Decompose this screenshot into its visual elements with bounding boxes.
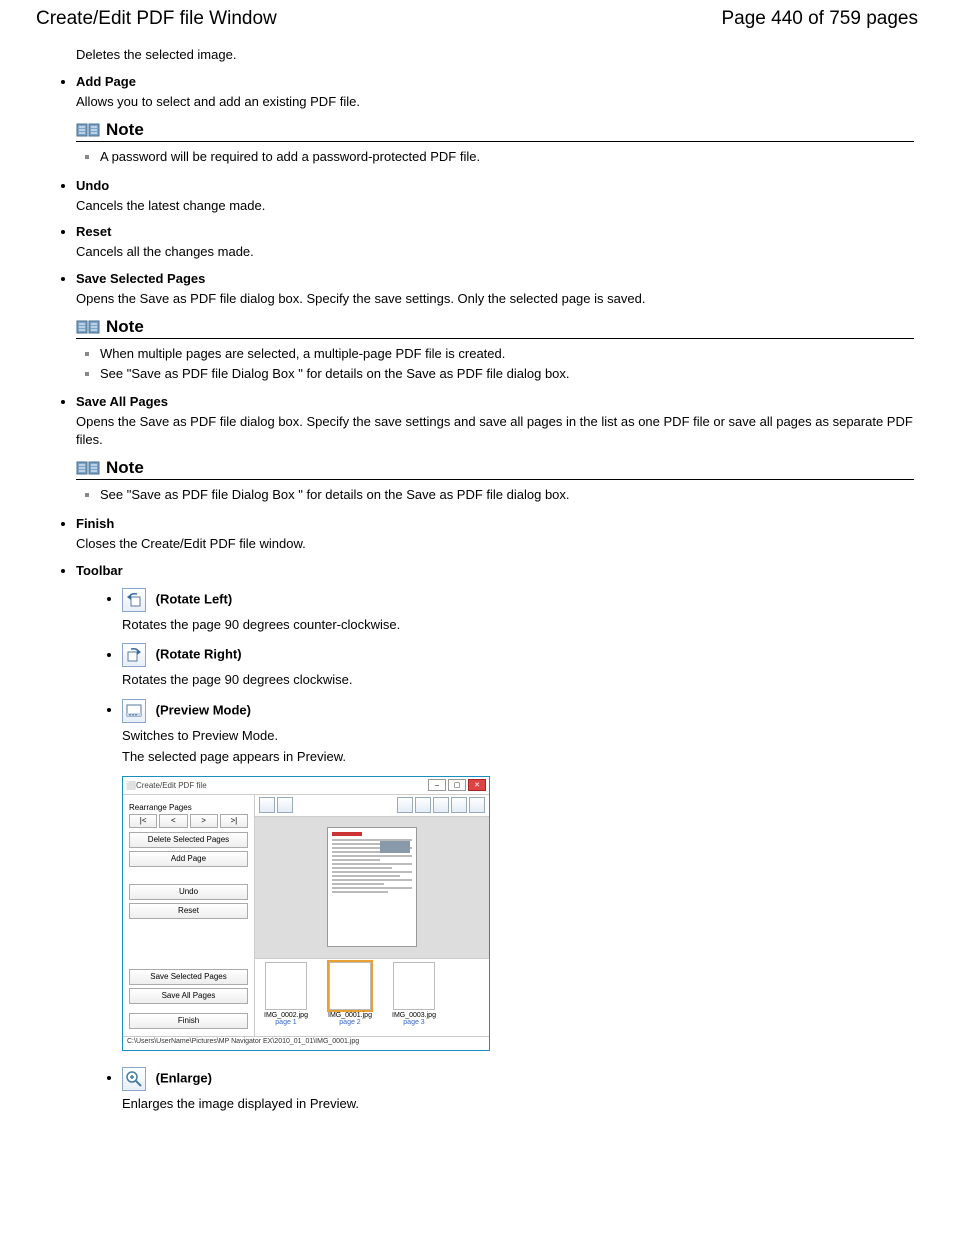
- reset-title: Reset: [76, 224, 111, 239]
- undo-desc: Cancels the latest change made.: [76, 197, 914, 215]
- note-icon: [76, 460, 100, 476]
- page-number: Page 440 of 759 pages: [721, 8, 918, 30]
- rotate-right-icon: [122, 643, 146, 667]
- ss-thumb-mode-icon[interactable]: [451, 797, 467, 813]
- delete-image-desc: Deletes the selected image.: [40, 46, 914, 64]
- finish-title: Finish: [76, 516, 114, 531]
- ss-help-icon[interactable]: [469, 797, 485, 813]
- save-all-title: Save All Pages: [76, 394, 168, 409]
- note1-text: A password will be required to add a pas…: [100, 149, 480, 164]
- maximize-button[interactable]: ▢: [448, 779, 466, 791]
- ss-preview-mode-icon[interactable]: [433, 797, 449, 813]
- rotate-left-title: (Rotate Left): [152, 591, 232, 606]
- note2-see-pre: See ": [100, 366, 131, 381]
- note-block-2: Note When multiple pages are selected, a…: [76, 317, 914, 382]
- save-selected-desc: Opens the Save as PDF file dialog box. S…: [76, 290, 914, 308]
- ss-status-bar: C:\Users\UserName\Pictures\MP Navigator …: [123, 1036, 489, 1050]
- enlarge-title: (Enlarge): [152, 1070, 212, 1085]
- ss-nav-first[interactable]: |<: [129, 814, 157, 828]
- note-block-3: Note See "Save as PDF file Dialog Box " …: [76, 458, 914, 504]
- note-icon: [76, 122, 100, 138]
- minimize-button[interactable]: –: [428, 779, 446, 791]
- note-block-1: Note A password will be required to add …: [76, 120, 914, 166]
- save-all-desc: Opens the Save as PDF file dialog box. S…: [76, 413, 914, 448]
- ss-rotate-left-icon[interactable]: [259, 797, 275, 813]
- page-header: Create/Edit PDF file Window Page 440 of …: [0, 0, 954, 42]
- add-page-desc: Allows you to select and add an existing…: [76, 93, 914, 111]
- ss-nav-next[interactable]: >: [190, 814, 218, 828]
- ss-delete-selected-button[interactable]: Delete Selected Pages: [129, 832, 248, 848]
- rotate-left-desc: Rotates the page 90 degrees counter-cloc…: [122, 616, 914, 634]
- ss-add-page-button[interactable]: Add Page: [129, 851, 248, 867]
- note2-see-post: " for details on the Save as PDF file di…: [295, 366, 570, 381]
- preview-mode-title: (Preview Mode): [152, 702, 251, 717]
- rotate-right-desc: Rotates the page 90 degrees clockwise.: [122, 671, 914, 689]
- ss-nav-prev[interactable]: <: [159, 814, 187, 828]
- note-icon: [76, 319, 100, 335]
- note3-see-pre: See ": [100, 487, 131, 502]
- note2-text1: When multiple pages are selected, a mult…: [100, 346, 505, 361]
- preview-mode-desc1: Switches to Preview Mode.: [122, 727, 914, 745]
- ss-window-title: Create/Edit PDF file: [136, 781, 426, 790]
- save-as-pdf-link[interactable]: Save as PDF file Dialog Box: [131, 487, 294, 502]
- rotate-left-icon: [122, 588, 146, 612]
- ss-undo-button[interactable]: Undo: [129, 884, 248, 900]
- ss-rearrange-label: Rearrange Pages: [129, 803, 248, 812]
- ss-reset-button[interactable]: Reset: [129, 903, 248, 919]
- ss-finish-button[interactable]: Finish: [129, 1013, 248, 1029]
- save-as-pdf-link[interactable]: Save as PDF file Dialog Box: [131, 366, 294, 381]
- note-label: Note: [106, 120, 144, 140]
- enlarge-icon: [122, 1067, 146, 1091]
- note-label: Note: [106, 317, 144, 337]
- content: Deletes the selected image. Add Page All…: [0, 46, 954, 1162]
- enlarge-desc: Enlarges the image displayed in Preview.: [122, 1095, 914, 1113]
- ss-save-selected-button[interactable]: Save Selected Pages: [129, 969, 248, 985]
- note-label: Note: [106, 458, 144, 478]
- ss-save-all-button[interactable]: Save All Pages: [129, 988, 248, 1004]
- toolbar-title: Toolbar: [76, 563, 123, 578]
- save-selected-title: Save Selected Pages: [76, 271, 205, 286]
- ss-zoom-out-icon[interactable]: [415, 797, 431, 813]
- note3-see-post: " for details on the Save as PDF file di…: [295, 487, 570, 502]
- ss-rotate-right-icon[interactable]: [277, 797, 293, 813]
- preview-screenshot: ⬜ Create/Edit PDF file – ▢ ✕ Rearrange P…: [122, 776, 490, 1051]
- page-title: Create/Edit PDF file Window: [36, 8, 277, 30]
- finish-desc: Closes the Create/Edit PDF file window.: [76, 535, 914, 553]
- preview-mode-desc2: The selected page appears in Preview.: [122, 748, 914, 766]
- add-page-title: Add Page: [76, 74, 136, 89]
- ss-thumb-1[interactable]: IMG_0002.jpg page 1: [258, 962, 314, 1033]
- undo-title: Undo: [76, 178, 109, 193]
- reset-desc: Cancels all the changes made.: [76, 243, 914, 261]
- ss-thumb-2[interactable]: IMG_0001.jpg page 2: [322, 962, 378, 1033]
- rotate-right-title: (Rotate Right): [152, 647, 242, 662]
- preview-mode-icon: [122, 699, 146, 723]
- ss-thumb-3[interactable]: IMG_0003.jpg page 3: [386, 962, 442, 1033]
- ss-nav-last[interactable]: >|: [220, 814, 248, 828]
- ss-preview-page: [327, 827, 417, 947]
- ss-app-icon: ⬜: [126, 781, 136, 790]
- ss-zoom-in-icon[interactable]: [397, 797, 413, 813]
- close-button[interactable]: ✕: [468, 779, 486, 791]
